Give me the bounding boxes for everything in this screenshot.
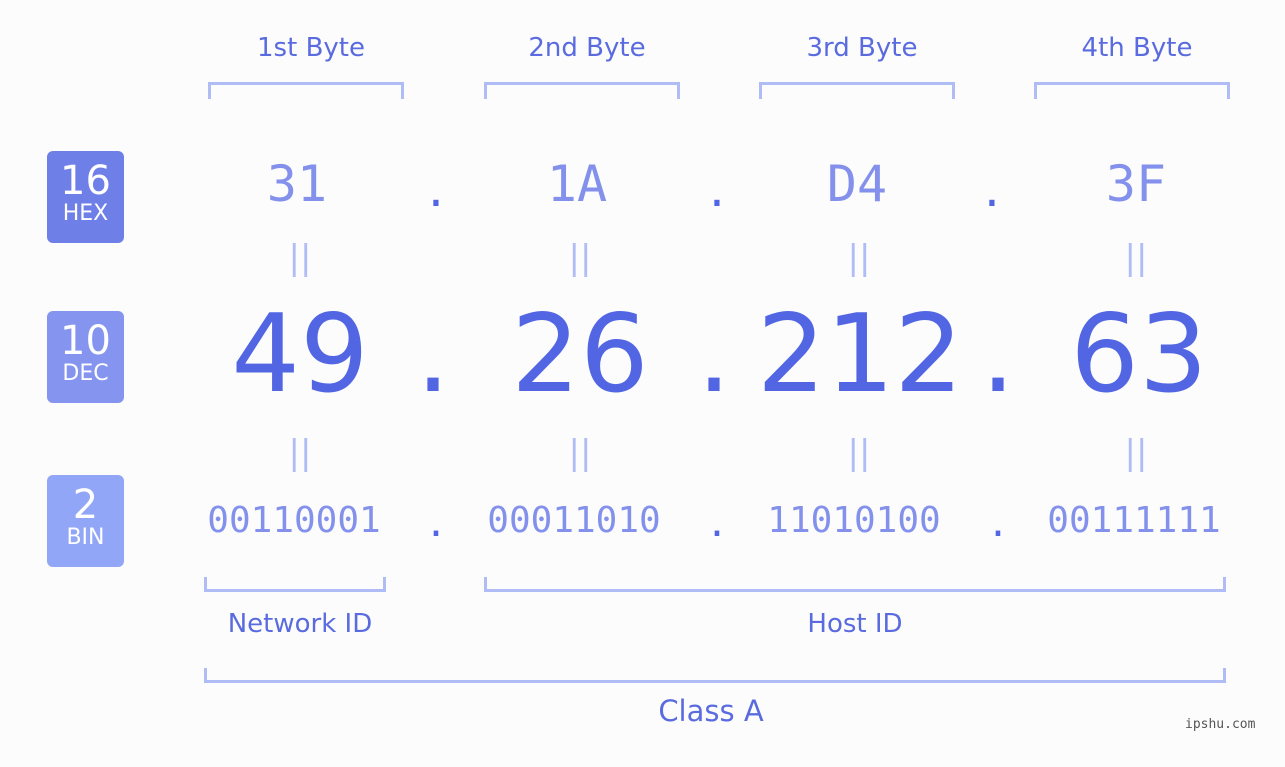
- dec-dot-2: .: [696, 292, 732, 417]
- bin-badge: 2 BIN: [47, 475, 124, 567]
- hex-byte-4: 3F: [1105, 155, 1167, 213]
- hex-dot-2: .: [709, 160, 725, 218]
- bin-dot-3: .: [991, 496, 1005, 547]
- bin-byte-1: 00110001: [207, 500, 381, 541]
- dec-byte-4: 63: [1070, 292, 1208, 417]
- bin-byte-2: 00011010: [487, 500, 661, 541]
- byte-1-bracket: [208, 82, 404, 99]
- bin-badge-label: BIN: [66, 525, 105, 550]
- equals-4: ||: [1124, 238, 1148, 278]
- hex-badge: 16 HEX: [47, 151, 124, 243]
- dec-badge: 10 DEC: [47, 311, 124, 403]
- class-bracket: [204, 668, 1226, 683]
- dec-dot-1: .: [415, 292, 451, 417]
- hex-dot-1: .: [428, 160, 444, 218]
- dec-dot-3: .: [980, 292, 1016, 417]
- watermark: ipshu.com: [1185, 717, 1256, 732]
- hex-dot-3: .: [984, 160, 1000, 218]
- dec-badge-label: DEC: [62, 361, 109, 386]
- byte-4-bracket: [1034, 82, 1230, 99]
- equals-8: ||: [1124, 433, 1148, 473]
- bin-byte-4: 00111111: [1047, 500, 1221, 541]
- hex-badge-base: 16: [60, 158, 111, 204]
- network-id-bracket: [204, 577, 386, 592]
- equals-3: ||: [847, 238, 871, 278]
- host-id-label: Host ID: [807, 609, 903, 639]
- hex-byte-2: 1A: [546, 155, 608, 213]
- header-byte-3: 3rd Byte: [806, 33, 918, 63]
- equals-2: ||: [568, 238, 592, 278]
- dec-badge-base: 10: [60, 318, 111, 364]
- network-id-label: Network ID: [227, 609, 373, 639]
- hex-badge-label: HEX: [62, 201, 109, 226]
- bin-badge-base: 2: [72, 482, 99, 528]
- header-byte-4: 4th Byte: [1081, 33, 1193, 63]
- equals-7: ||: [847, 433, 871, 473]
- bin-dot-2: .: [710, 496, 724, 547]
- header-byte-1: 1st Byte: [257, 33, 365, 63]
- equals-6: ||: [568, 433, 592, 473]
- dec-byte-2: 26: [511, 292, 649, 417]
- dec-byte-3: 212: [756, 292, 964, 417]
- hex-byte-3: D4: [826, 155, 888, 213]
- equals-1: ||: [288, 238, 312, 278]
- bin-dot-1: .: [429, 496, 443, 547]
- byte-3-bracket: [759, 82, 955, 99]
- dec-byte-1: 49: [231, 292, 369, 417]
- host-id-bracket: [484, 577, 1226, 592]
- class-label: Class A: [658, 694, 764, 728]
- bin-byte-3: 11010100: [767, 500, 941, 541]
- header-byte-2: 2nd Byte: [528, 33, 646, 63]
- hex-byte-1: 31: [266, 155, 328, 213]
- equals-5: ||: [288, 433, 312, 473]
- byte-2-bracket: [484, 82, 680, 99]
